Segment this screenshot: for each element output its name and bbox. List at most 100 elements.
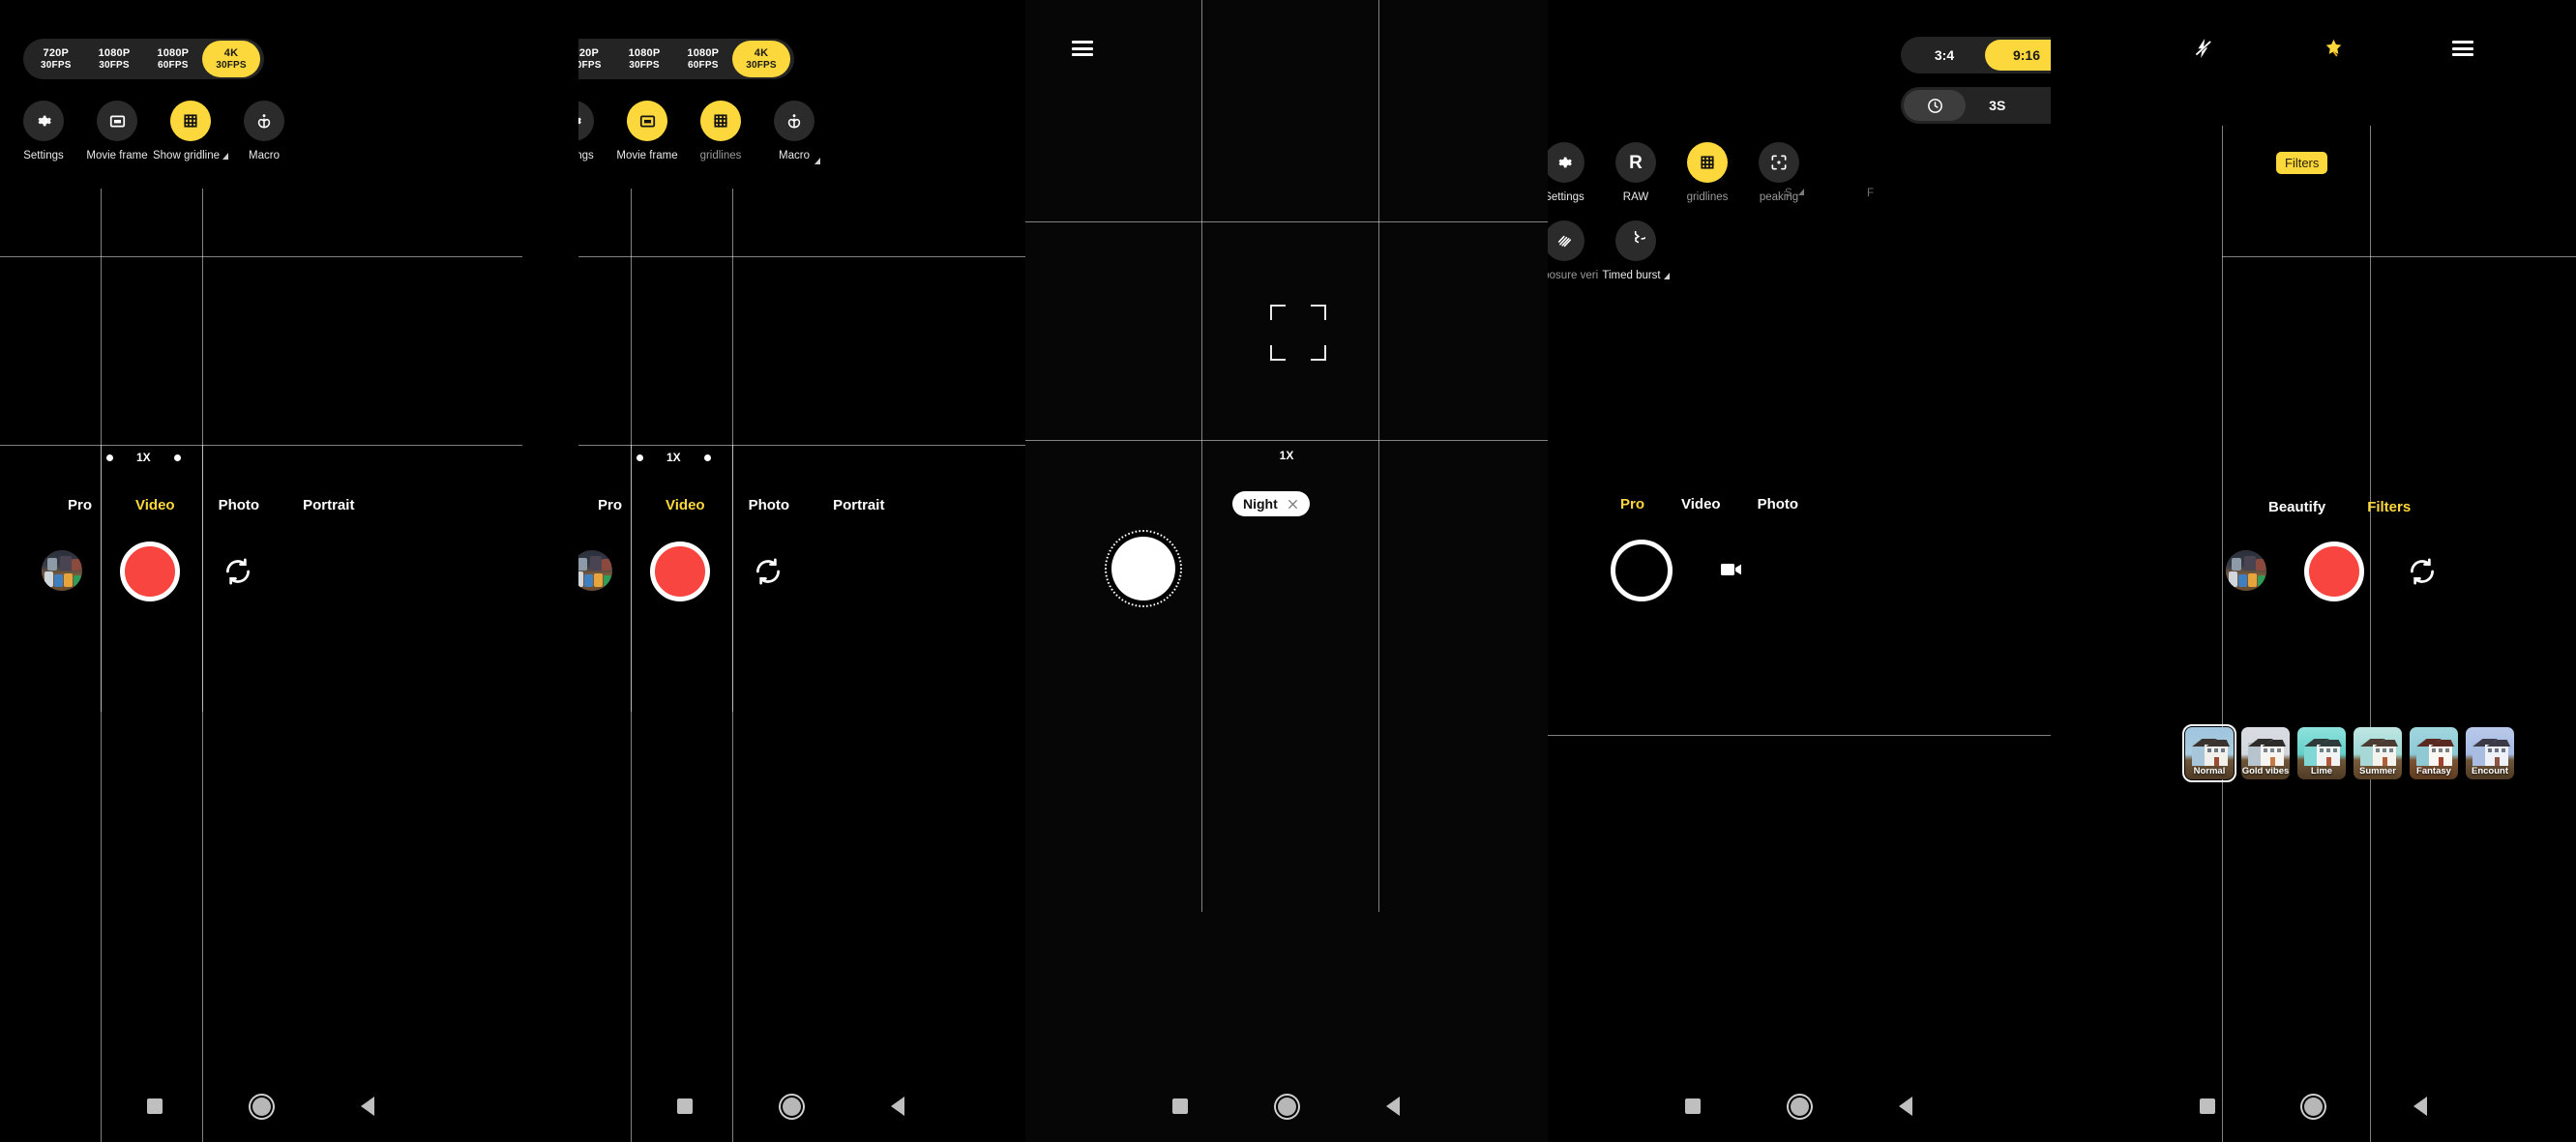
mode-tab-pro[interactable]: Pro	[598, 497, 622, 513]
mode-tab-portrait[interactable]: Portrait	[833, 497, 884, 513]
android-navigation-bar-3	[1025, 1070, 1548, 1142]
resolution-option[interactable]: 720P 30FPS	[27, 41, 85, 77]
tab-beautify[interactable]: Beautify	[2268, 499, 2325, 515]
hamburger-menu-icon[interactable]	[2452, 41, 2473, 56]
option-movie-frame[interactable]: Movie frame	[610, 101, 684, 161]
filter-thumb-gold-vibes[interactable]: Gold vibes	[2241, 727, 2290, 779]
flash-off-icon[interactable]	[2192, 37, 2215, 65]
recents-square-icon[interactable]	[1127, 1098, 1233, 1114]
record-button[interactable]	[120, 542, 180, 601]
option-macro[interactable]: Macro	[757, 101, 831, 161]
tab-filters[interactable]: Filters	[2367, 499, 2411, 515]
home-circle-icon[interactable]	[1746, 1097, 1852, 1116]
home-circle-icon[interactable]	[2261, 1097, 2367, 1116]
record-button[interactable]	[2304, 542, 2364, 601]
resolution-option[interactable]: 1080P 30FPS	[85, 41, 144, 77]
aspect-option-9-16[interactable]: 9:16	[1985, 40, 2051, 71]
resolution-option[interactable]: 720P 30FPS	[578, 41, 615, 77]
resolution-option[interactable]: 1080P 60FPS	[673, 41, 732, 77]
zoom-dot[interactable]	[703, 454, 711, 461]
back-triangle-icon[interactable]	[1340, 1097, 1446, 1116]
mode-tab-photo[interactable]: Photo	[219, 497, 260, 513]
resolution-value: 4K	[754, 46, 769, 59]
panel-filters: Filters Normal Gold vibes Lime Summer Fa…	[2051, 0, 2576, 1142]
photo-shutter-button[interactable]	[1611, 540, 1673, 601]
resolution-option-selected[interactable]: 4K 30FPS	[202, 41, 260, 77]
zoom-dot[interactable]	[106, 454, 113, 461]
gallery-thumbnail[interactable]	[42, 550, 82, 591]
option-gridlines[interactable]: gridlines	[684, 101, 757, 161]
zoom-level-label[interactable]: 1X	[1025, 449, 1548, 462]
timer-selector: 3S 5S 10S	[1901, 87, 2051, 124]
mode-tab-pro[interactable]: Pro	[68, 497, 92, 513]
option-raw[interactable]: R RAW	[1600, 142, 1672, 203]
timer-option-5s[interactable]: 5S	[2028, 90, 2052, 121]
close-icon[interactable]	[1287, 498, 1299, 511]
mode-chip-night[interactable]: Night	[1232, 491, 1310, 516]
zoom-level-label[interactable]: 1X	[136, 451, 151, 464]
timer-option-3s[interactable]: 3S	[1966, 90, 2028, 121]
option-settings[interactable]: Settings	[7, 101, 80, 161]
magic-wand-icon[interactable]	[2322, 37, 2346, 66]
video-camera-icon[interactable]	[1720, 561, 1743, 583]
mode-tab-pro[interactable]: Pro	[1620, 496, 1644, 512]
home-circle-icon[interactable]	[1233, 1097, 1340, 1116]
raw-icon: R	[1615, 142, 1656, 183]
filter-thumb-normal[interactable]: Normal	[2182, 724, 2236, 782]
zoom-dot[interactable]	[173, 454, 181, 461]
resolution-value: 1080P	[157, 46, 190, 59]
resolution-option[interactable]: 1080P 60FPS	[143, 41, 202, 77]
back-triangle-icon[interactable]	[314, 1097, 421, 1116]
resolution-option-selected[interactable]: 4K 30FPS	[732, 41, 790, 77]
expand-caret-icon[interactable]	[1798, 189, 1804, 195]
switch-camera-icon[interactable]	[752, 555, 785, 588]
timer-off-icon[interactable]	[1904, 90, 1967, 121]
gallery-thumbnail[interactable]	[2226, 550, 2266, 591]
recents-square-icon[interactable]	[102, 1098, 208, 1114]
back-triangle-icon[interactable]	[2367, 1097, 2473, 1116]
option-settings[interactable]: Settings	[1548, 142, 1600, 203]
option-show-gridlines[interactable]: Show gridline	[152, 101, 229, 161]
mode-tab-video[interactable]: Video	[135, 497, 175, 513]
aspect-option-3-4[interactable]: 3:4	[1904, 40, 1985, 71]
back-triangle-icon[interactable]	[1852, 1097, 1959, 1116]
gallery-thumbnail[interactable]	[578, 550, 612, 591]
focus-peaking-icon	[1759, 142, 1799, 183]
filter-thumb-encounter[interactable]: Encount	[2466, 727, 2514, 779]
hamburger-menu-icon[interactable]	[1072, 41, 1093, 56]
switch-camera-icon[interactable]	[222, 555, 254, 588]
mode-tab-photo[interactable]: Photo	[749, 497, 790, 513]
option-timed-burst[interactable]: Timed burst	[1600, 220, 1672, 281]
recents-square-icon[interactable]	[632, 1098, 738, 1114]
back-triangle-icon[interactable]	[844, 1097, 951, 1116]
mode-tab-video[interactable]: Video	[666, 497, 705, 513]
expand-caret-icon[interactable]	[1663, 273, 1670, 279]
option-label-text: Show gridline	[152, 150, 221, 161]
option-movie-frame[interactable]: Movie frame	[80, 101, 154, 161]
recents-square-icon[interactable]	[1640, 1098, 1746, 1114]
mode-tab-video[interactable]: Video	[1681, 496, 1721, 512]
option-settings[interactable]: Settings	[578, 101, 610, 161]
resolution-option[interactable]: 1080P 30FPS	[615, 41, 674, 77]
mode-tab-portrait[interactable]: Portrait	[303, 497, 354, 513]
filter-thumbnails-strip[interactable]: Normal Gold vibes Lime Summer Fantasy En…	[2182, 724, 2514, 782]
home-circle-icon[interactable]	[738, 1097, 844, 1116]
zoom-level-label[interactable]: 1X	[666, 451, 681, 464]
night-shutter-button[interactable]	[1111, 537, 1175, 600]
switch-camera-icon[interactable]	[2406, 555, 2439, 588]
filter-name: Fantasy	[2416, 766, 2451, 776]
home-circle-icon[interactable]	[208, 1097, 314, 1116]
option-macro[interactable]: Macro	[227, 101, 301, 161]
filter-thumb-fantasy[interactable]: Fantasy	[2410, 727, 2458, 779]
zoom-dot[interactable]	[637, 454, 643, 461]
option-gridlines[interactable]: gridlines	[1672, 142, 1743, 203]
filter-thumb-lime[interactable]: Lime	[2297, 727, 2346, 779]
option-label: RAW	[1622, 191, 1649, 203]
expand-caret-icon[interactable]	[814, 158, 820, 164]
filter-thumb-summer[interactable]: Summer	[2354, 727, 2402, 779]
option-exposure-verification[interactable]: Exposure veri	[1548, 220, 1600, 281]
record-button[interactable]	[650, 542, 710, 601]
recents-square-icon[interactable]	[2154, 1098, 2261, 1114]
mode-tab-photo[interactable]: Photo	[1758, 496, 1799, 512]
resolution-value: 1080P	[687, 46, 720, 59]
